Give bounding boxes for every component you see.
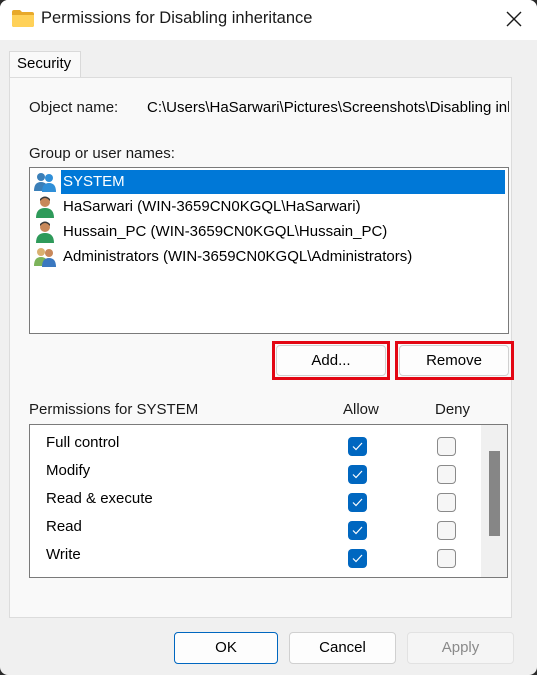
- permission-name: Full control: [46, 434, 120, 451]
- cancel-button[interactable]: Cancel: [289, 632, 396, 664]
- permissions-dialog: Permissions for Disabling inheritance Se…: [0, 0, 537, 675]
- allow-checkbox[interactable]: [348, 521, 367, 540]
- group-icon: [34, 173, 56, 192]
- permissions-for-label: Permissions for SYSTEM: [29, 401, 199, 418]
- admin-group-icon: [34, 248, 56, 267]
- allow-checkbox[interactable]: [348, 549, 367, 568]
- allow-header: Allow: [343, 401, 379, 418]
- list-item-label: SYSTEM: [61, 170, 505, 194]
- deny-checkbox[interactable]: [437, 577, 456, 578]
- close-button[interactable]: [491, 0, 537, 38]
- user-icon: [36, 196, 54, 218]
- title-bar: Permissions for Disabling inheritance: [0, 0, 537, 40]
- permission-row-modify: Modify: [46, 458, 486, 486]
- group-names-label: Group or user names:: [29, 145, 175, 162]
- highlight-add-button: [272, 341, 390, 380]
- allow-checkbox[interactable]: [348, 437, 367, 456]
- permission-name: Modify: [46, 462, 91, 479]
- object-name-value: C:\Users\HaSarwari\Pictures\Screenshots\…: [147, 99, 509, 116]
- permissions-list: Full control Modify Read & execute Read …: [29, 424, 508, 578]
- deny-checkbox[interactable]: [437, 549, 456, 568]
- permission-row-full-control: Full control: [46, 430, 486, 458]
- allow-checkbox[interactable]: [348, 465, 367, 484]
- permission-row-write: Write: [46, 542, 486, 570]
- scrollbar-thumb[interactable]: [489, 451, 500, 536]
- list-item-label: Administrators (WIN-3659CN0KGQL\Administ…: [63, 248, 413, 265]
- apply-button[interactable]: Apply: [407, 632, 514, 664]
- folder-icon: [12, 10, 34, 27]
- list-item-administrators[interactable]: Administrators (WIN-3659CN0KGQL\Administ…: [33, 245, 505, 269]
- deny-checkbox[interactable]: [437, 493, 456, 512]
- permission-row-read: Read: [46, 514, 486, 542]
- permission-name: Read: [46, 518, 82, 535]
- permission-name: Read & execute: [46, 490, 153, 507]
- permissions-scrollbar[interactable]: [481, 425, 507, 577]
- list-item-system[interactable]: SYSTEM: [33, 170, 505, 194]
- permission-row-partial: [46, 570, 486, 578]
- allow-checkbox[interactable]: [348, 493, 367, 512]
- allow-checkbox[interactable]: [348, 577, 367, 578]
- deny-header: Deny: [435, 401, 471, 418]
- deny-checkbox[interactable]: [437, 521, 456, 540]
- group-user-list[interactable]: SYSTEM HaSarwari (WIN-3659CN0KGQL\HaSarw…: [29, 167, 509, 334]
- ok-button[interactable]: OK: [174, 632, 278, 664]
- highlight-remove-button: [395, 341, 514, 380]
- object-name-label: Object name:: [29, 99, 119, 116]
- deny-checkbox[interactable]: [437, 437, 456, 456]
- window-title: Permissions for Disabling inheritance: [41, 9, 313, 27]
- permission-name: Write: [46, 546, 81, 563]
- user-icon: [36, 221, 54, 243]
- tab-security[interactable]: Security: [9, 51, 81, 78]
- list-item-hussain-pc[interactable]: Hussain_PC (WIN-3659CN0KGQL\Hussain_PC): [33, 220, 505, 244]
- list-item-label: HaSarwari (WIN-3659CN0KGQL\HaSarwari): [63, 198, 361, 215]
- close-icon: [506, 11, 522, 27]
- permission-row-read-execute: Read & execute: [46, 486, 486, 514]
- list-item-label: Hussain_PC (WIN-3659CN0KGQL\Hussain_PC): [63, 223, 388, 240]
- deny-checkbox[interactable]: [437, 465, 456, 484]
- list-item-hasarwari[interactable]: HaSarwari (WIN-3659CN0KGQL\HaSarwari): [33, 195, 505, 219]
